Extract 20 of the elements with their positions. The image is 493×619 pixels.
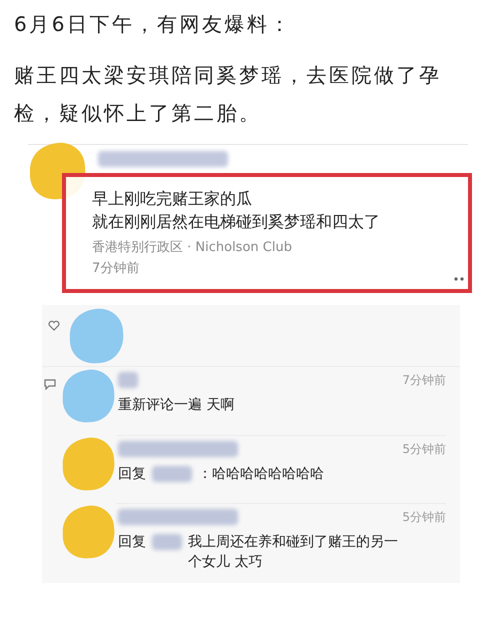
comment-time: 5分钟前 (402, 509, 446, 526)
reply-text: 我上周还在养和碰到了赌王的另一个女儿 太巧 (188, 533, 399, 572)
post-location: 香港特别行政区 · Nicholson Club (92, 239, 293, 257)
more-icon[interactable] (454, 277, 464, 281)
post-time: 7分钟前 (92, 260, 140, 278)
comment-time: 7分钟前 (402, 372, 446, 389)
post-text: 就在刚刚居然在电梯碰到奚梦瑶和四太了 (92, 211, 381, 233)
comment-time: 5分钟前 (402, 441, 446, 458)
reply-text: ：哈哈哈哈哈哈哈哈 (198, 465, 324, 484)
redaction-blur (152, 534, 182, 550)
redaction-blur (118, 372, 138, 388)
heart-icon (48, 320, 60, 331)
reply-label: 回复 (118, 465, 146, 484)
reply-label: 回复 (118, 533, 146, 552)
comment-icon (44, 379, 56, 390)
redaction-blur (152, 466, 192, 482)
post-text: 早上刚吃完赌王家的瓜 (92, 188, 253, 210)
comment-text: 重新评论一遍 天啊 (118, 396, 234, 415)
article-paragraph: 赌王四太梁安琪陪同奚梦瑶，去医院做了孕检，疑似怀上了第二胎。 (14, 62, 442, 127)
article-paragraph: 6月6日下午，有网友爆料： (14, 11, 293, 38)
